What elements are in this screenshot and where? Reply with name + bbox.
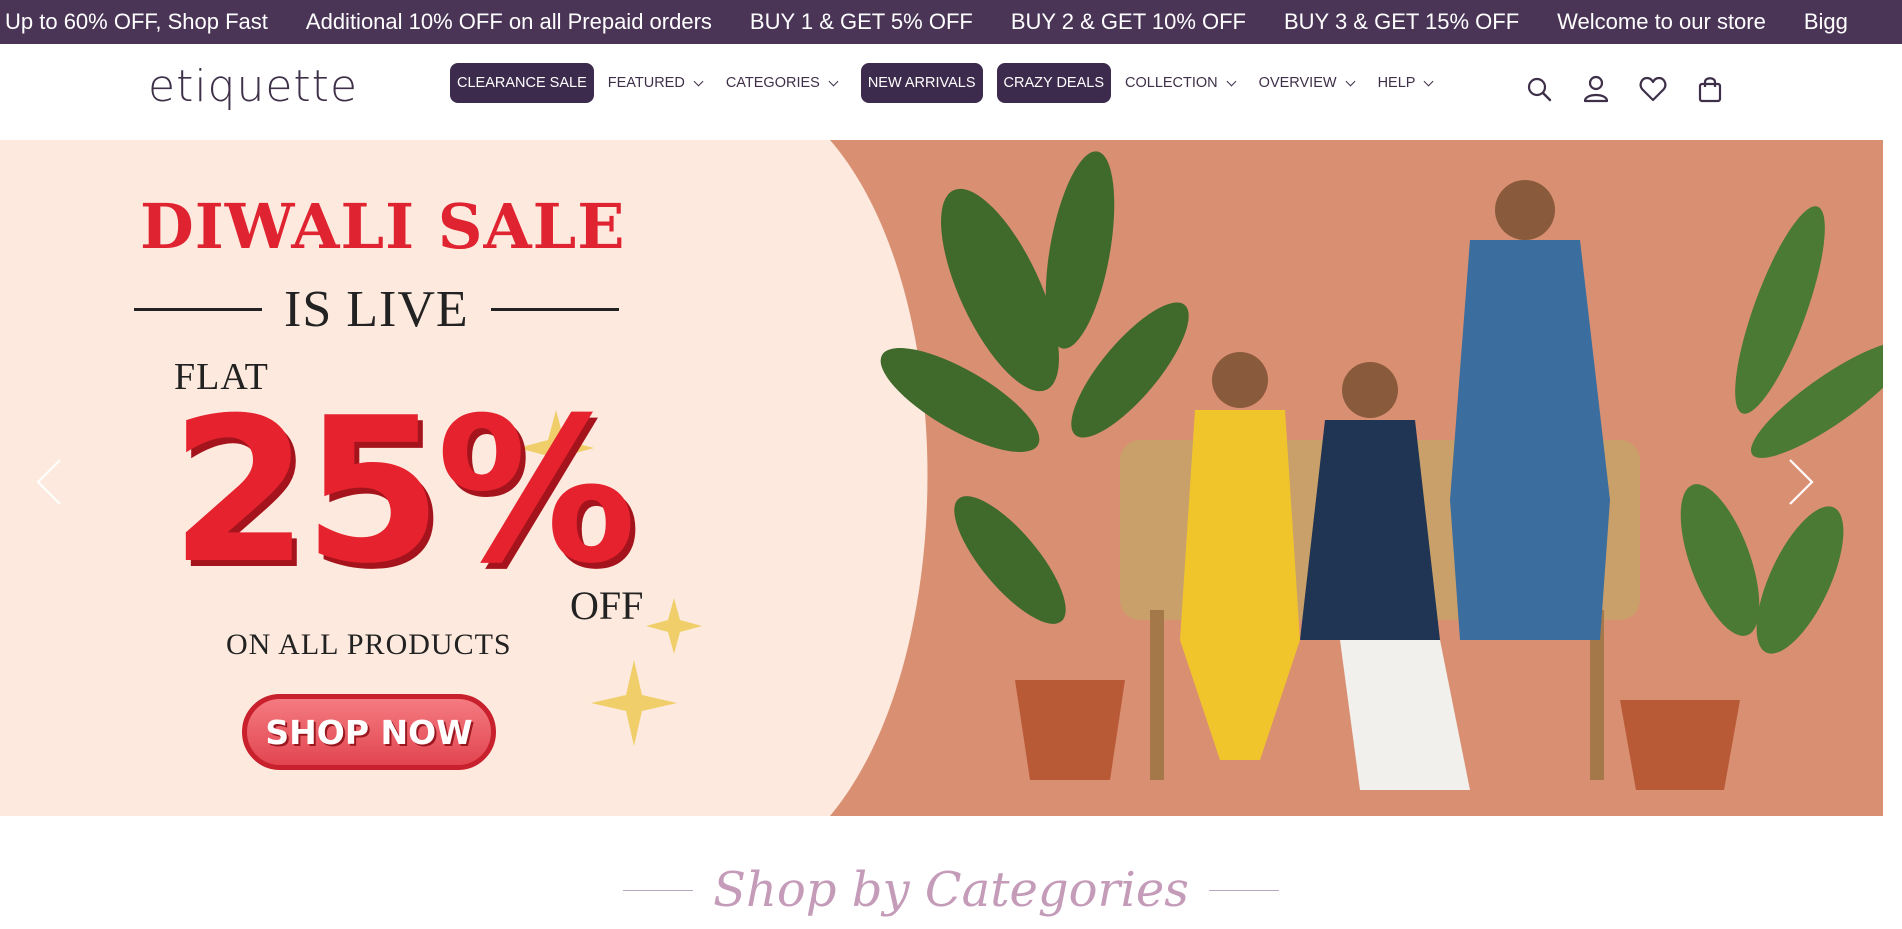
- divider-line: [134, 308, 262, 311]
- chevron-down-icon: [1424, 76, 1434, 86]
- main-nav: CLEARANCE SALE FEATURED CATEGORIES NEW A…: [450, 63, 1456, 103]
- announcement-item: Additional 10% OFF on all Prepaid orders: [305, 9, 712, 34]
- chevron-down-icon: [1345, 76, 1356, 86]
- nav-overview[interactable]: OVERVIEW: [1258, 75, 1356, 91]
- hero-discount: 25%: [170, 375, 637, 608]
- shop-now-button[interactable]: SHOP NOW: [242, 694, 496, 770]
- announcement-item: BUY 3 & GET 15% OFF: [1284, 9, 1520, 34]
- section-title: Shop by Categories: [713, 862, 1189, 918]
- hero-on-all-products: ON ALL PRODUCTS: [226, 628, 512, 661]
- nav-label: COLLECTION: [1125, 75, 1218, 91]
- divider-line: [490, 308, 619, 311]
- site-header: etiquette CLEARANCE SALE FEATURED CATEGO…: [0, 44, 1902, 140]
- hero-banner[interactable]: DIWALI SALE IS LIVE FLAT 25% OFF ON ALL …: [0, 140, 1883, 816]
- nav-label: CLEARANCE SALE: [457, 75, 587, 91]
- divider-line: [1208, 889, 1279, 891]
- chevron-right-icon: [1789, 459, 1814, 505]
- announcement-track: Up to 60% OFF, Shop Fast Additional 10% …: [5, 0, 1886, 44]
- announcement-item: BUY 1 & GET 5% OFF: [749, 9, 973, 34]
- nav-new-arrivals[interactable]: NEW ARRIVALS: [860, 63, 983, 103]
- hero-title: DIWALI SALE: [140, 190, 626, 263]
- chevron-down-icon: [1226, 76, 1237, 86]
- nav-label: FEATURED: [607, 75, 685, 91]
- announcement-item: Welcome to our store: [1557, 9, 1766, 34]
- account-icon[interactable]: [1581, 74, 1611, 104]
- search-icon[interactable]: [1524, 74, 1554, 104]
- slider-next-arrow[interactable]: [1780, 452, 1820, 512]
- nav-collection[interactable]: COLLECTION: [1125, 75, 1237, 91]
- chevron-down-icon: [693, 76, 704, 86]
- hero-off: OFF: [570, 583, 644, 628]
- nav-label: HELP: [1377, 75, 1416, 91]
- nav-help[interactable]: HELP: [1377, 75, 1434, 91]
- nav-label: OVERVIEW: [1258, 75, 1337, 91]
- nav-featured[interactable]: FEATURED: [607, 75, 704, 91]
- announcement-item: Bigg: [1803, 9, 1848, 34]
- shop-by-categories-header: Shop by Categories: [0, 862, 1902, 918]
- nav-label: NEW ARRIVALS: [867, 75, 976, 91]
- announcement-item: Up to 60% OFF, Shop Fast: [5, 9, 268, 34]
- nav-label: CATEGORIES: [725, 75, 820, 91]
- announcement-item: BUY 2 & GET 10% OFF: [1010, 9, 1246, 34]
- slider-prev-arrow[interactable]: [30, 452, 70, 512]
- site-logo[interactable]: etiquette: [148, 61, 358, 112]
- nav-categories[interactable]: CATEGORIES: [725, 75, 839, 91]
- cart-bag-icon[interactable]: [1695, 74, 1725, 104]
- hero-promo: DIWALI SALE IS LIVE FLAT 25% OFF ON ALL …: [0, 140, 900, 816]
- header-actions: [1524, 74, 1752, 104]
- announcement-bar: Up to 60% OFF, Shop Fast Additional 10% …: [0, 0, 1902, 44]
- wishlist-heart-icon[interactable]: [1638, 74, 1668, 104]
- hero-subtitle: IS LIVE: [284, 281, 469, 338]
- divider-line: [623, 889, 694, 891]
- chevron-down-icon: [828, 76, 839, 86]
- nav-label: CRAZY DEALS: [1003, 75, 1104, 91]
- nav-crazy-deals[interactable]: CRAZY DEALS: [996, 63, 1111, 103]
- hero-subtitle-row: IS LIVE: [134, 280, 619, 339]
- nav-clearance-sale[interactable]: CLEARANCE SALE: [450, 63, 594, 103]
- chevron-left-icon: [36, 459, 61, 505]
